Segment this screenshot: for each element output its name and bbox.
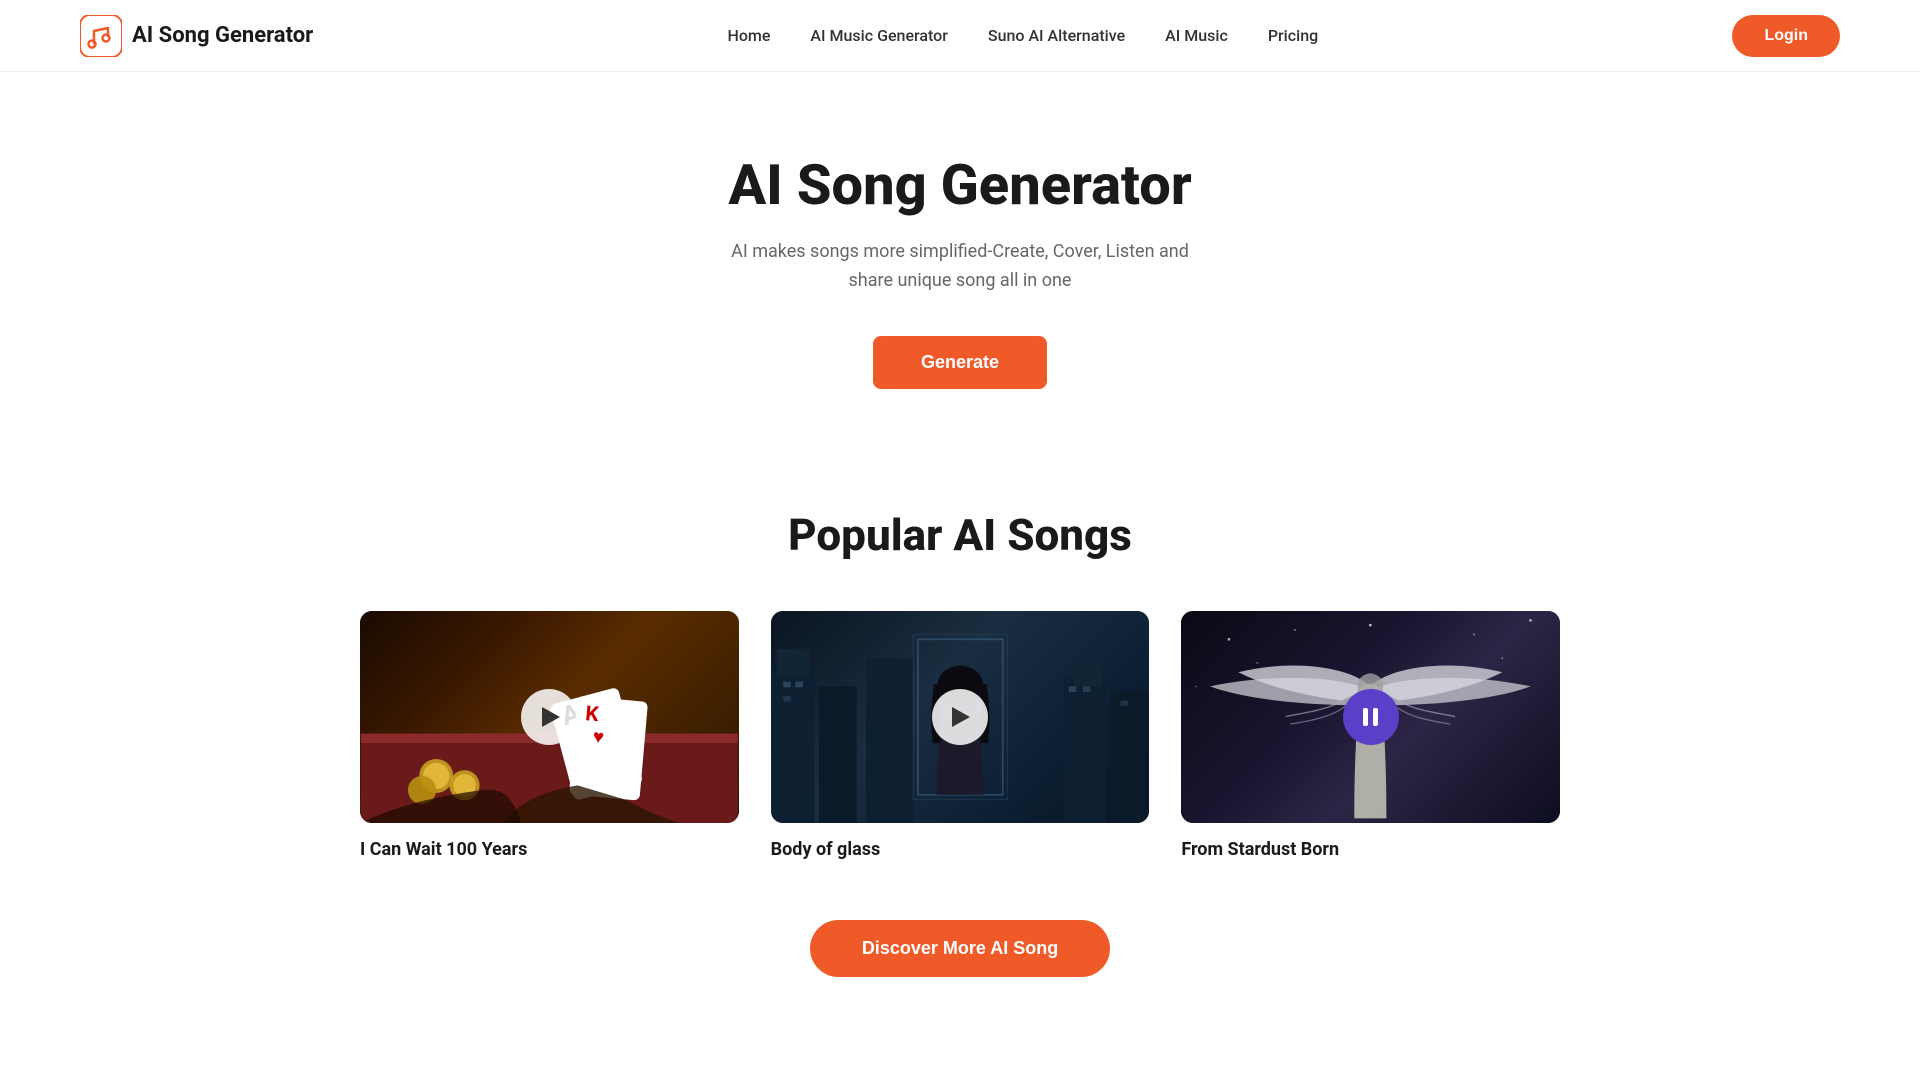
pause-bar-left [1363,708,1368,726]
nav-pricing[interactable]: Pricing [1268,26,1318,45]
nav-ai-music[interactable]: AI Music [1165,26,1228,45]
song-title-2: Body of glass [771,839,881,860]
nav-home[interactable]: Home [727,26,770,45]
song-thumbnail-1[interactable]: A ♠ K ♥ [360,611,739,823]
logo-title: AI Song Generator [132,23,313,48]
discover-more-button[interactable]: Discover More AI Song [810,920,1110,977]
hero-subtitle: AI makes songs more simplified-Create, C… [20,238,1900,296]
songs-grid: A ♠ K ♥ I Can Wait 100 Years [360,611,1560,860]
hero-title: AI Song Generator [20,152,1900,218]
nav-links: Home AI Music Generator Suno AI Alternat… [727,26,1318,45]
nav-ai-music-generator[interactable]: AI Music Generator [810,26,947,45]
play-overlay-2[interactable] [771,611,1150,823]
pause-overlay-3[interactable] [1181,611,1560,823]
play-icon-2 [952,707,970,727]
play-button-1[interactable] [521,689,577,745]
pause-bar-right [1373,708,1378,726]
pause-button-3[interactable] [1343,689,1399,745]
hero-section: AI Song Generator AI makes songs more si… [0,72,1920,449]
nav-suno-alternative[interactable]: Suno AI Alternative [988,26,1125,45]
logo-area[interactable]: AI Song Generator [80,15,313,57]
generate-button[interactable]: Generate [873,336,1047,389]
navbar: AI Song Generator Home AI Music Generato… [0,0,1920,72]
play-icon-1 [542,707,560,727]
logo-icon [80,15,122,57]
play-overlay-1[interactable] [360,611,739,823]
song-title-1: I Can Wait 100 Years [360,839,527,860]
play-button-2[interactable] [932,689,988,745]
song-card-3[interactable]: From Stardust Born [1181,611,1560,860]
song-thumbnail-3[interactable] [1181,611,1560,823]
song-card-2[interactable]: Body of glass [771,611,1150,860]
popular-songs-section: Popular AI Songs A [0,449,1920,1057]
song-title-3: From Stardust Born [1181,839,1339,860]
popular-section-title: Popular AI Songs [80,509,1840,561]
song-card-1[interactable]: A ♠ K ♥ I Can Wait 100 Years [360,611,739,860]
song-thumbnail-2[interactable] [771,611,1150,823]
login-button[interactable]: Login [1732,15,1840,57]
